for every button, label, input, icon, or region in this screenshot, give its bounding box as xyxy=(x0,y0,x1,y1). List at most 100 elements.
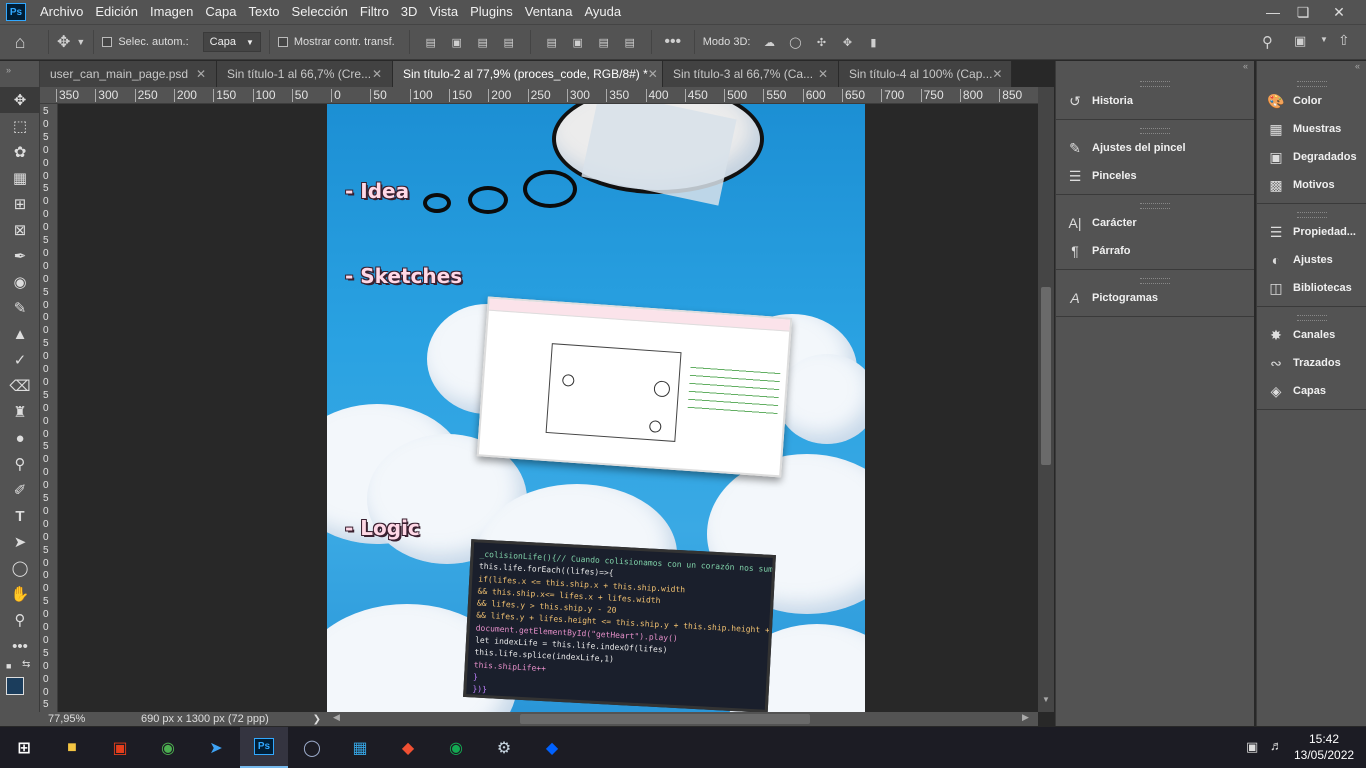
align-left-icon[interactable]: ▤ xyxy=(418,36,444,49)
path-selection-tool-icon[interactable]: ➤ xyxy=(0,529,40,555)
file-explorer-icon[interactable]: ■ xyxy=(48,727,96,768)
horizontal-scrollbar[interactable]: ◀ ▶ xyxy=(327,712,1038,726)
video-camera-icon[interactable]: ▮ xyxy=(860,36,886,49)
drag-3d-icon[interactable]: ✣ xyxy=(808,36,834,49)
distribute-bottom-icon[interactable]: ▤ xyxy=(591,36,617,49)
photoshop-taskbar-icon[interactable]: Ps xyxy=(240,727,288,768)
tab-user-can-main-page[interactable]: user_can_main_page.psd ✕ xyxy=(40,61,217,87)
blur-tool-icon[interactable]: ● xyxy=(0,425,40,451)
panel-bibliotecas[interactable]: ◫ Bibliotecas xyxy=(1257,274,1366,302)
scroll-thumb[interactable] xyxy=(520,714,810,724)
panel-degradados[interactable]: ▣ Degradados xyxy=(1257,143,1366,171)
object-selection-tool-icon[interactable]: ▦ xyxy=(0,165,40,191)
volume-icon[interactable]: ♬ xyxy=(1270,738,1283,753)
lasso-tool-icon[interactable]: ✿ xyxy=(0,139,40,165)
dropbox-icon[interactable]: ◆ xyxy=(528,727,576,768)
panel-propiedades[interactable]: ☰ Propiedad... xyxy=(1257,218,1366,246)
menu-3d[interactable]: 3D xyxy=(395,0,424,24)
git-icon[interactable]: ◆ xyxy=(384,727,432,768)
menu-capa[interactable]: Capa xyxy=(199,0,242,24)
chevron-down-icon[interactable]: ▼ xyxy=(1042,695,1050,704)
panel-historia[interactable]: ↺ Historia xyxy=(1056,87,1254,115)
panel-pinceles[interactable]: ☰ Pinceles xyxy=(1056,162,1254,190)
hand-tool-icon[interactable]: ✋ xyxy=(0,581,40,607)
share-icon[interactable]: ⇧ xyxy=(1338,32,1350,49)
tab-sin-titulo-1[interactable]: Sin título-1 al 66,7% (Cre... ✕ xyxy=(217,61,393,87)
close-icon[interactable]: ✕ xyxy=(196,67,206,81)
panel-muestras[interactable]: ▦ Muestras xyxy=(1257,115,1366,143)
align-right-icon[interactable]: ▤ xyxy=(470,36,496,49)
restore-icon[interactable]: ❏ xyxy=(1286,0,1320,24)
vertical-scrollbar[interactable]: ▼ xyxy=(1038,87,1054,712)
panel-pictogramas[interactable]: A Pictogramas xyxy=(1056,284,1254,312)
minimize-icon[interactable]: — xyxy=(1256,0,1290,24)
zoom-level[interactable]: 77,95% xyxy=(48,713,108,725)
windows-start-icon[interactable]: ⊞ xyxy=(0,727,48,768)
scroll-thumb[interactable] xyxy=(1041,287,1051,465)
menu-seleccion[interactable]: Selección xyxy=(286,0,354,24)
paint-bucket-tool-icon[interactable]: ♜ xyxy=(0,399,40,425)
document-canvas[interactable]: - Idea - Sketches - Logic _colisionLife(… xyxy=(327,104,865,712)
menu-edicion[interactable]: Edición xyxy=(89,0,144,24)
steam-icon[interactable]: ⚙ xyxy=(480,727,528,768)
menu-archivo[interactable]: Archivo xyxy=(34,0,89,24)
roll-3d-icon[interactable]: ◯ xyxy=(782,36,808,49)
align-top-icon[interactable]: ▤ xyxy=(496,36,522,49)
type-tool-icon[interactable]: T xyxy=(0,503,40,529)
workspace-icon[interactable]: ▣ xyxy=(1294,33,1306,49)
store-icon[interactable]: ▦ xyxy=(336,727,384,768)
eyedropper-tool-icon[interactable]: ✒ xyxy=(0,243,40,269)
clock[interactable]: 15:42 13/05/2022 xyxy=(1294,731,1354,763)
move-tool-icon[interactable]: ✥ xyxy=(57,32,70,52)
foreground-color-swatch[interactable] xyxy=(6,677,24,695)
more-tools-icon[interactable]: ••• xyxy=(0,633,40,659)
distribute-left-icon[interactable]: ▤ xyxy=(617,36,643,49)
chevron-down-icon[interactable]: ▼ xyxy=(76,37,85,47)
auto-select-dropdown[interactable]: Capa ▼ xyxy=(202,32,261,52)
panel-caracter[interactable]: A| Carácter xyxy=(1056,209,1254,237)
office-icon[interactable]: ▣ xyxy=(96,727,144,768)
panel-canales[interactable]: ✸ Canales xyxy=(1257,321,1366,349)
healing-brush-tool-icon[interactable]: ◉ xyxy=(0,269,40,295)
menu-plugins[interactable]: Plugins xyxy=(464,0,519,24)
transform-controls-checkbox[interactable] xyxy=(277,37,288,47)
tab-sin-titulo-3[interactable]: Sin título-3 al 66,7% (Ca... ✕ xyxy=(663,61,839,87)
slide-3d-icon[interactable]: ✥ xyxy=(834,36,860,49)
brush-tool-icon[interactable]: ✎ xyxy=(0,295,40,321)
history-brush-tool-icon[interactable]: ✓ xyxy=(0,347,40,373)
chevron-right-icon[interactable]: ❯ xyxy=(313,714,321,725)
orbit-3d-icon[interactable]: ☁ xyxy=(756,36,782,49)
dodge-tool-icon[interactable]: ⚲ xyxy=(0,451,40,477)
distribute-top-icon[interactable]: ▤ xyxy=(539,36,565,49)
menu-ayuda[interactable]: Ayuda xyxy=(578,0,627,24)
tab-sin-titulo-2[interactable]: Sin título-2 al 77,9% (proces_code, RGB/… xyxy=(393,61,663,87)
panel-capas[interactable]: ◈ Capas xyxy=(1257,377,1366,405)
swap-colors-icon[interactable]: ⇆ xyxy=(22,659,30,670)
chevron-left-icon[interactable]: ◀ xyxy=(333,712,340,723)
cinema4d-icon[interactable]: ◯ xyxy=(288,727,336,768)
ellipse-tool-icon[interactable]: ◯ xyxy=(0,555,40,581)
distribute-center-icon[interactable]: ▣ xyxy=(565,36,591,49)
home-icon[interactable]: ⌂ xyxy=(0,32,40,53)
chevron-down-icon[interactable]: ▼ xyxy=(1320,35,1328,44)
chrome-icon[interactable]: ◉ xyxy=(144,727,192,768)
panel-ajustes[interactable]: ◐ Ajustes xyxy=(1257,246,1366,274)
align-center-h-icon[interactable]: ▣ xyxy=(444,36,470,49)
collapse-icon[interactable]: « xyxy=(1257,61,1366,73)
close-icon[interactable]: ✕ xyxy=(372,67,382,81)
pen-tool-icon[interactable]: ✐ xyxy=(0,477,40,503)
default-colors-icon[interactable]: ■ xyxy=(6,661,11,671)
frame-tool-icon[interactable]: ⊠ xyxy=(0,217,40,243)
move-tool-icon[interactable]: ✥ xyxy=(0,87,40,113)
zoom-tool-icon[interactable]: ⚲ xyxy=(0,607,40,633)
stamp-tool-icon[interactable]: ▲ xyxy=(0,321,40,347)
tab-sin-titulo-4[interactable]: Sin título-4 al 100% (Cap... ✕ xyxy=(839,61,1012,87)
vscode-icon[interactable]: ➤ xyxy=(192,727,240,768)
more-options-icon[interactable]: ••• xyxy=(660,33,686,51)
marquee-tool-icon[interactable]: ⬚ xyxy=(0,113,40,139)
collapse-icon[interactable]: » xyxy=(0,61,39,87)
collapse-icon[interactable]: « xyxy=(1056,61,1254,73)
crop-tool-icon[interactable]: ⊞ xyxy=(0,191,40,217)
auto-select-checkbox[interactable] xyxy=(102,37,113,47)
panel-motivos[interactable]: ▩ Motivos xyxy=(1257,171,1366,199)
